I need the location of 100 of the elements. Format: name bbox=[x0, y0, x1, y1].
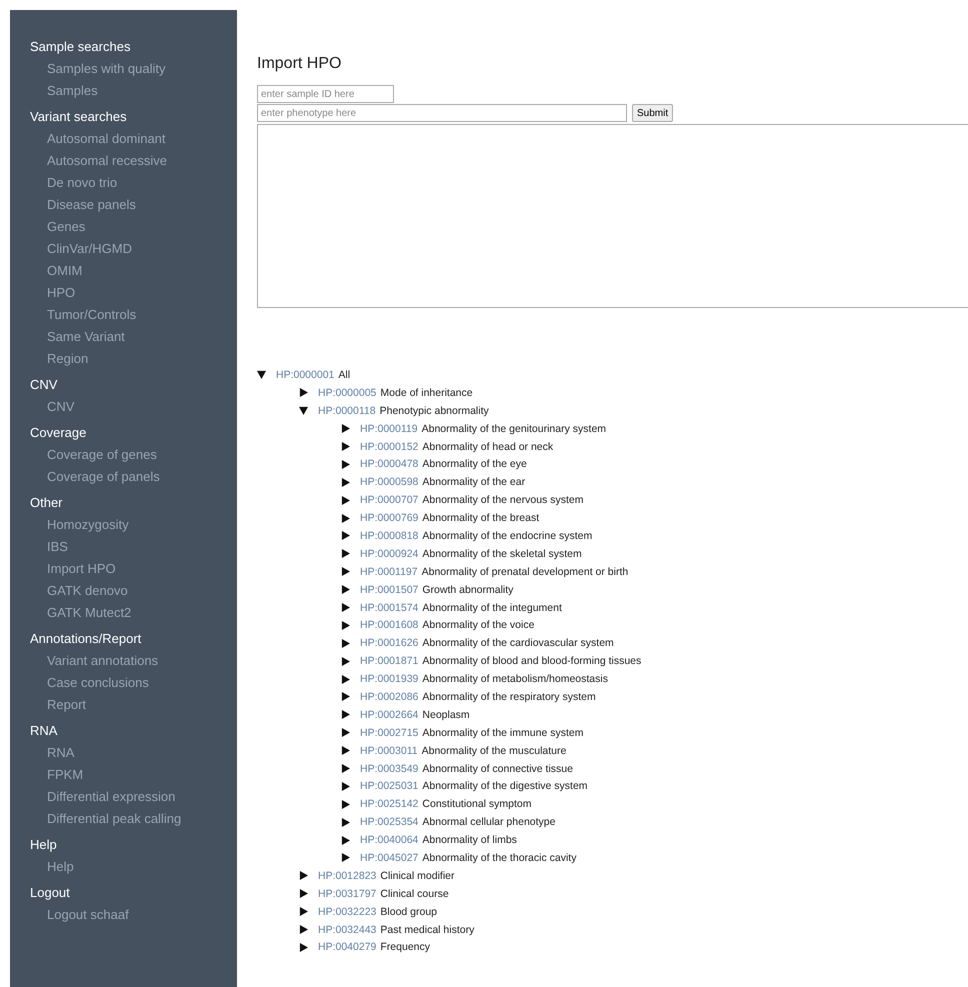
term-link[interactable]: HP:0000001 bbox=[276, 368, 334, 381]
nav-link[interactable]: Variant annotations bbox=[30, 650, 158, 672]
caret-icon[interactable] bbox=[341, 496, 350, 505]
term-link[interactable]: HP:0001507 bbox=[360, 584, 418, 596]
nav-link[interactable]: Report bbox=[30, 694, 86, 716]
nav-link[interactable]: Samples with quality bbox=[30, 58, 166, 80]
term-link[interactable]: HP:0040064 bbox=[360, 834, 418, 846]
term-link[interactable]: HP:0001608 bbox=[360, 619, 418, 632]
term-link[interactable]: HP:0003011 bbox=[360, 744, 418, 757]
nav-link[interactable]: Differential peak calling bbox=[30, 808, 182, 830]
nav-link[interactable]: RNA bbox=[30, 742, 74, 764]
submit-button[interactable]: Submit bbox=[632, 104, 674, 122]
nav-link[interactable]: CNV bbox=[30, 396, 74, 418]
term-link[interactable]: HP:0045027 bbox=[360, 852, 418, 864]
caret-icon[interactable] bbox=[341, 567, 350, 576]
nav-link[interactable]: Autosomal recessive bbox=[30, 150, 167, 172]
caret-icon[interactable] bbox=[341, 692, 350, 702]
nav-link[interactable]: Differential expression bbox=[30, 786, 176, 808]
term-link[interactable]: HP:0032443 bbox=[318, 924, 376, 936]
term-label: Abnormality of limbs bbox=[422, 834, 517, 846]
sample-id-field[interactable]: enter sample ID here bbox=[257, 85, 394, 103]
caret-icon[interactable] bbox=[299, 388, 308, 398]
term-link[interactable]: HP:0001871 bbox=[360, 655, 418, 668]
nav-link[interactable]: Autosomal dominant bbox=[30, 128, 166, 150]
caret-icon[interactable] bbox=[341, 674, 350, 684]
nav-link[interactable]: Coverage of genes bbox=[30, 444, 157, 466]
nav-link[interactable]: Case conclusions bbox=[30, 672, 149, 694]
caret-icon[interactable] bbox=[341, 764, 350, 774]
caret-icon[interactable] bbox=[341, 531, 350, 540]
term-link[interactable]: HP:0025354 bbox=[360, 816, 418, 828]
nav-link[interactable]: ClinVar/HGMD bbox=[30, 238, 132, 260]
term-link[interactable]: HP:0000707 bbox=[360, 494, 418, 506]
caret-icon[interactable] bbox=[341, 800, 350, 809]
phenotype-field[interactable]: enter phenotype here bbox=[257, 104, 627, 122]
term-link[interactable]: HP:0000769 bbox=[360, 512, 418, 524]
term-link[interactable]: HP:0031797 bbox=[318, 888, 376, 900]
term-link[interactable]: HP:0001574 bbox=[360, 602, 418, 614]
nav-link[interactable]: Tumor/Controls bbox=[30, 304, 136, 326]
caret-icon[interactable] bbox=[341, 728, 350, 738]
term-link[interactable]: HP:0012823 bbox=[318, 870, 376, 882]
term-link[interactable]: HP:0001197 bbox=[360, 566, 418, 578]
nav-link[interactable]: FPKM bbox=[30, 764, 84, 786]
caret-icon[interactable] bbox=[341, 549, 350, 558]
term-link[interactable]: HP:0000478 bbox=[360, 458, 418, 470]
caret-icon[interactable] bbox=[341, 442, 350, 451]
caret-icon[interactable] bbox=[341, 585, 350, 594]
caret-icon[interactable] bbox=[341, 478, 350, 487]
caret-icon[interactable] bbox=[341, 656, 350, 666]
caret-icon[interactable] bbox=[341, 514, 350, 523]
nav-link[interactable]: Help bbox=[30, 856, 74, 878]
nav-link[interactable]: Same Variant bbox=[30, 326, 125, 348]
caret-icon[interactable] bbox=[341, 460, 350, 469]
nav-link[interactable]: GATK Mutect2 bbox=[30, 602, 132, 624]
caret-icon[interactable] bbox=[341, 424, 350, 434]
term-link[interactable]: HP:0003549 bbox=[360, 762, 418, 775]
nav-link[interactable]: Genes bbox=[30, 216, 86, 238]
nav-link[interactable]: De novo trio bbox=[30, 172, 118, 194]
caret-icon[interactable] bbox=[299, 889, 308, 898]
term-link[interactable]: HP:0002664 bbox=[360, 708, 418, 721]
nav-link[interactable]: Homozygosity bbox=[30, 514, 129, 536]
nav-link[interactable]: Import HPO bbox=[30, 558, 116, 580]
nav-link[interactable]: Disease panels bbox=[30, 194, 136, 216]
term-link[interactable]: HP:0032223 bbox=[318, 906, 376, 918]
term-link[interactable]: HP:0025142 bbox=[360, 798, 418, 810]
caret-icon[interactable] bbox=[299, 907, 308, 916]
term-link[interactable]: HP:0040279 bbox=[318, 941, 376, 954]
caret-icon[interactable] bbox=[341, 782, 350, 791]
term-link[interactable]: HP:0002086 bbox=[360, 690, 418, 703]
caret-icon[interactable] bbox=[299, 871, 308, 880]
nav-link[interactable]: IBS bbox=[30, 536, 68, 558]
caret-icon[interactable] bbox=[257, 370, 266, 380]
nav-link[interactable]: HPO bbox=[30, 282, 76, 304]
nav-link[interactable]: Region bbox=[30, 348, 88, 370]
caret-icon[interactable] bbox=[341, 836, 350, 845]
term-link[interactable]: HP:0001939 bbox=[360, 673, 418, 686]
term-link[interactable]: HP:0000118 bbox=[318, 404, 376, 417]
caret-icon[interactable] bbox=[341, 853, 350, 862]
nav-link[interactable]: OMIM bbox=[30, 260, 82, 282]
term-link[interactable]: HP:0000119 bbox=[360, 422, 418, 435]
nav-link[interactable]: Logout schaaf bbox=[30, 904, 129, 926]
term-link[interactable]: HP:0002715 bbox=[360, 726, 418, 739]
nav-link[interactable]: Coverage of panels bbox=[30, 466, 160, 488]
term-link[interactable]: HP:0000005 bbox=[318, 386, 376, 399]
caret-icon[interactable] bbox=[341, 710, 350, 720]
nav-link[interactable]: Samples bbox=[30, 80, 98, 102]
term-link[interactable]: HP:0025031 bbox=[360, 780, 418, 792]
caret-icon[interactable] bbox=[299, 925, 308, 934]
term-link[interactable]: HP:0000598 bbox=[360, 476, 418, 488]
nav-link[interactable]: GATK denovo bbox=[30, 580, 128, 602]
caret-icon[interactable] bbox=[341, 620, 350, 630]
term-link[interactable]: HP:0001626 bbox=[360, 637, 418, 650]
term-link[interactable]: HP:0000818 bbox=[360, 530, 418, 542]
caret-icon[interactable] bbox=[299, 406, 308, 416]
term-link[interactable]: HP:0000152 bbox=[360, 440, 418, 452]
caret-icon[interactable] bbox=[341, 746, 350, 756]
term-link[interactable]: HP:0000924 bbox=[360, 548, 418, 560]
caret-icon[interactable] bbox=[299, 942, 308, 952]
caret-icon[interactable] bbox=[341, 603, 350, 612]
caret-icon[interactable] bbox=[341, 638, 350, 648]
caret-icon[interactable] bbox=[341, 818, 350, 827]
